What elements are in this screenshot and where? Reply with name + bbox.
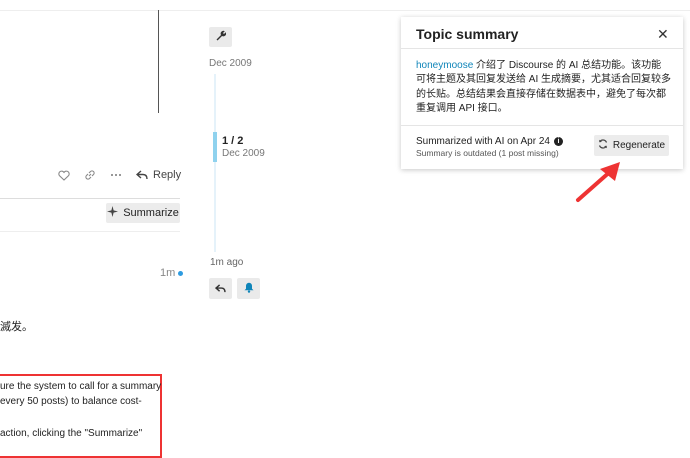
username-link[interactable]: honeymoose [416, 60, 473, 71]
arrow-annotation-icon [576, 162, 620, 202]
timeline-start-date: Dec 2009 [209, 58, 252, 69]
reply-label: Reply [153, 169, 182, 181]
info-icon[interactable]: i [553, 137, 563, 146]
close-icon[interactable]: ✕ [657, 26, 669, 43]
post-actions: Reply [58, 166, 181, 184]
post-text-fragment: 滅发。 [0, 321, 33, 333]
reply-icon [136, 170, 148, 180]
refresh-icon [598, 139, 608, 152]
link-icon[interactable] [84, 169, 96, 181]
timeline-position-date: Dec 2009 [222, 148, 265, 159]
post-vertical-divider [158, 10, 159, 113]
timeline-handle[interactable] [213, 132, 217, 162]
admin-wrench-button[interactable] [209, 27, 232, 47]
panel-title: Topic summary [416, 26, 519, 42]
wrench-icon [215, 28, 227, 46]
notification-button[interactable] [237, 278, 260, 299]
timeline-end-ago: 1m ago [210, 257, 244, 268]
reply-icon [214, 280, 226, 298]
summarize-label: Summarize [123, 207, 179, 219]
summary-meta-label: Summarized with AI on Apr 24 [416, 136, 550, 147]
box-text-line-1: ure the system to call for a summary [0, 381, 162, 392]
panel-divider-top [401, 48, 683, 49]
timeline-position: 1 / 2 [222, 135, 244, 147]
regenerate-label: Regenerate [612, 140, 666, 151]
timeline-reply-button[interactable] [209, 278, 232, 299]
heart-icon[interactable] [58, 170, 70, 181]
summary-text: honeymoose 介绍了 Discourse 的 AI 总结功能。该功能可将… [416, 59, 671, 116]
post-time: 1m [160, 267, 184, 279]
summary-meta: Summarized with AI on Apr 24 i [416, 136, 563, 147]
sparkle-icon [107, 206, 119, 220]
regenerate-button[interactable]: Regenerate [594, 135, 669, 156]
header-divider [0, 10, 690, 11]
box-text-line-3: action, clicking the "Summarize" [0, 428, 143, 439]
bell-icon [244, 280, 254, 298]
panel-divider-bottom [401, 125, 683, 126]
post-time-label: 1m [160, 267, 176, 279]
box-text-line-2: every 50 posts) to balance cost- [0, 396, 142, 407]
summarize-button[interactable]: Summarize [106, 203, 180, 223]
ellipsis-icon[interactable] [110, 173, 122, 177]
timeline-track[interactable] [214, 74, 216, 252]
reply-button[interactable]: Reply [136, 169, 181, 181]
topic-summary-panel: Topic summary ✕ honeymoose 介绍了 Discourse… [401, 17, 683, 169]
outdated-notice: Summary is outdated (1 post missing) [416, 148, 559, 158]
unread-dot [178, 270, 184, 276]
